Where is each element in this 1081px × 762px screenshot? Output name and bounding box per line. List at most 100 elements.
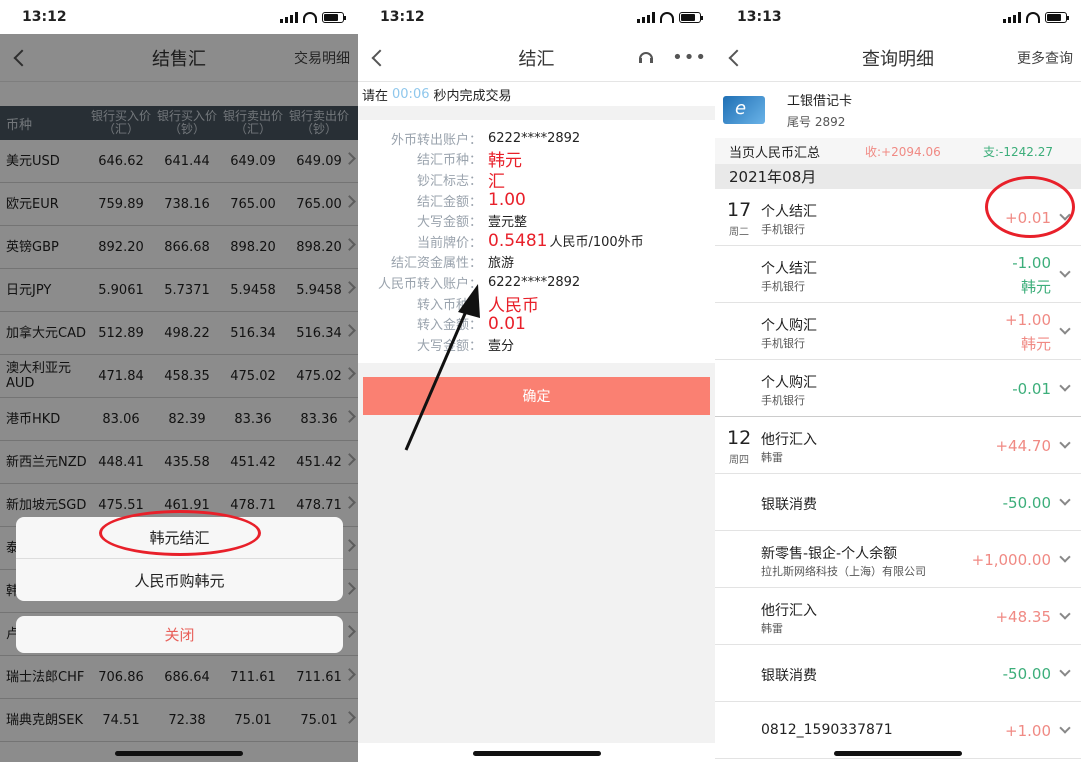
rate-unit: 人民币/100外币 bbox=[549, 235, 644, 251]
summary-income: 收:+2094.06 bbox=[865, 144, 941, 159]
transaction-row[interactable]: 银联消费 -50.00 bbox=[715, 645, 1081, 702]
wifi-icon bbox=[303, 11, 317, 23]
status-bar: 13:12 bbox=[358, 0, 715, 34]
form-value: 旅游 bbox=[488, 256, 515, 272]
status-icons bbox=[280, 11, 346, 23]
form-label: 外币转出账户： bbox=[390, 132, 482, 148]
cny-buy-krw-option[interactable]: 人民币购韩元 bbox=[16, 559, 343, 601]
transaction-row[interactable]: 新零售-银企-个人余额拉扎斯网络科技（上海）有限公司 +1,000.00 bbox=[715, 531, 1081, 588]
chevron-down-icon[interactable] bbox=[1059, 437, 1071, 449]
transaction-row[interactable]: 个人购汇 手机银行 +1.00 韩元 bbox=[715, 303, 1081, 360]
transaction-day: 12 bbox=[727, 427, 752, 449]
card-name: 工银借记卡 bbox=[787, 94, 853, 109]
transaction-desc: 个人结汇 bbox=[761, 261, 817, 277]
form-label: 结汇金额： bbox=[416, 194, 482, 210]
highlight-circle bbox=[985, 176, 1075, 238]
transaction-desc: 0812_1590337871 bbox=[761, 722, 893, 738]
chevron-down-icon[interactable] bbox=[1059, 551, 1071, 563]
status-time: 13:12 bbox=[22, 9, 67, 25]
chevron-down-icon[interactable] bbox=[1059, 323, 1071, 335]
countdown-notice: 请在 00:06 秒内完成交易 bbox=[358, 82, 715, 106]
status-time: 13:12 bbox=[380, 9, 425, 25]
battery-icon bbox=[679, 11, 703, 23]
more-query-link[interactable]: 更多查询 bbox=[1017, 48, 1073, 68]
nav-bar: 查询明细 更多查询 bbox=[715, 34, 1081, 82]
signal-icon bbox=[637, 11, 655, 23]
transaction-amount: -1.00 bbox=[1012, 254, 1051, 272]
form-label: 结汇币种： bbox=[416, 153, 482, 169]
form-label: 结汇资金属性： bbox=[390, 256, 482, 272]
transaction-desc: 个人购汇 bbox=[761, 375, 817, 391]
nav-actions: ••• bbox=[636, 47, 707, 68]
transaction-weekday: 周二 bbox=[729, 227, 749, 238]
page-title: 查询明细 bbox=[862, 48, 934, 70]
transaction-channel: 手机银行 bbox=[761, 394, 805, 407]
form-row: 结汇资金属性： 旅游 bbox=[358, 252, 715, 273]
form-label: 钞汇标志： bbox=[416, 173, 482, 189]
form-value: 壹分 bbox=[488, 338, 515, 354]
customer-service-icon[interactable] bbox=[636, 48, 656, 68]
transaction-detail-screen: 13:13 查询明细 更多查询 工银借记卡 尾号 2892 当页人民币汇总 收:… bbox=[715, 0, 1081, 762]
transaction-day: 17 bbox=[727, 199, 752, 221]
transaction-channel: 手机银行 bbox=[761, 223, 805, 236]
chevron-down-icon[interactable] bbox=[1059, 608, 1071, 620]
status-icons bbox=[1003, 11, 1069, 23]
rate-value: 0.5481 bbox=[488, 231, 548, 252]
transaction-currency: 韩元 bbox=[1020, 278, 1051, 296]
more-icon[interactable]: ••• bbox=[672, 47, 707, 68]
transaction-desc: 他行汇入 bbox=[761, 603, 817, 619]
form-row: 结汇币种： 韩元 bbox=[358, 149, 715, 171]
back-icon[interactable] bbox=[725, 44, 749, 72]
form-row: 大写金额： 壹元整 bbox=[358, 210, 715, 231]
back-icon[interactable] bbox=[368, 44, 392, 72]
chevron-down-icon[interactable] bbox=[1059, 380, 1071, 392]
home-indicator bbox=[834, 751, 962, 756]
transaction-amount: -50.00 bbox=[1002, 494, 1051, 512]
form-value: 壹元整 bbox=[488, 215, 528, 231]
transaction-amount: +48.35 bbox=[995, 608, 1051, 626]
close-button[interactable]: 关闭 bbox=[16, 616, 343, 653]
transaction-desc: 个人购汇 bbox=[761, 318, 817, 334]
form-value: 汇 bbox=[488, 171, 505, 192]
form-label: 大写金额： bbox=[416, 215, 482, 231]
status-time: 13:13 bbox=[737, 9, 782, 25]
transaction-row[interactable]: 个人购汇手机银行 -0.01 bbox=[715, 360, 1081, 417]
transaction-row[interactable]: 他行汇入 韩雷 +48.35 bbox=[715, 588, 1081, 645]
transaction-row[interactable]: 个人结汇 手机银行 -1.00 韩元 bbox=[715, 246, 1081, 303]
form-value: 1.00 bbox=[488, 190, 526, 211]
transaction-desc: 个人结汇 bbox=[761, 204, 817, 220]
transaction-row[interactable]: 12 周四 他行汇入 韩雷 +44.70 bbox=[715, 417, 1081, 474]
home-indicator bbox=[472, 751, 601, 756]
signal-icon bbox=[1003, 11, 1021, 23]
transaction-row[interactable]: 银联消费 -50.00 bbox=[715, 474, 1081, 531]
status-icons bbox=[637, 11, 703, 23]
nav-bar: 结汇 ••• bbox=[358, 34, 715, 82]
fx-rates-screen: 13:12 结售汇 交易明细 币种 银行买入价（汇） 银行买入价（钞） 银行卖出… bbox=[0, 0, 358, 762]
signal-icon bbox=[280, 11, 298, 23]
transaction-channel: 手机银行 bbox=[761, 337, 805, 350]
page-summary: 当页人民币汇总 收:+2094.06 支:-1242.27 bbox=[715, 138, 1081, 164]
transaction-desc: 新零售-银企-个人余额 bbox=[761, 546, 898, 562]
transaction-desc: 银联消费 bbox=[761, 668, 817, 684]
transaction-channel: 韩雷 bbox=[761, 451, 783, 464]
wifi-icon bbox=[660, 11, 674, 23]
status-bar: 13:12 bbox=[0, 0, 358, 34]
transaction-weekday: 周四 bbox=[729, 455, 749, 466]
chevron-down-icon[interactable] bbox=[1059, 494, 1071, 506]
transaction-amount: +1,000.00 bbox=[971, 551, 1051, 569]
transaction-desc: 银联消费 bbox=[761, 497, 817, 513]
transaction-currency: 韩元 bbox=[1020, 335, 1051, 353]
form-label: 当前牌价： bbox=[416, 235, 482, 251]
chevron-down-icon[interactable] bbox=[1059, 665, 1071, 677]
transaction-channel: 拉扎斯网络科技（上海）有限公司 bbox=[761, 565, 926, 578]
transaction-list: 17 周二 个人结汇 手机银行 +0.01 个人结汇 手机银行 -1.00 韩元 个人购汇 手机银行… bbox=[715, 189, 1081, 759]
form-value: 6222****2892 bbox=[488, 130, 581, 146]
chevron-down-icon[interactable] bbox=[1059, 722, 1071, 734]
chevron-down-icon[interactable] bbox=[1059, 266, 1071, 278]
form-value: 6222****2892 bbox=[488, 274, 581, 290]
countdown-suffix: 秒内完成交易 bbox=[433, 88, 512, 104]
form-row: 钞汇标志： 汇 bbox=[358, 169, 715, 192]
highlight-circle bbox=[99, 510, 261, 556]
transaction-amount: -0.01 bbox=[1012, 380, 1051, 398]
form-value: 人民币 bbox=[488, 295, 539, 316]
